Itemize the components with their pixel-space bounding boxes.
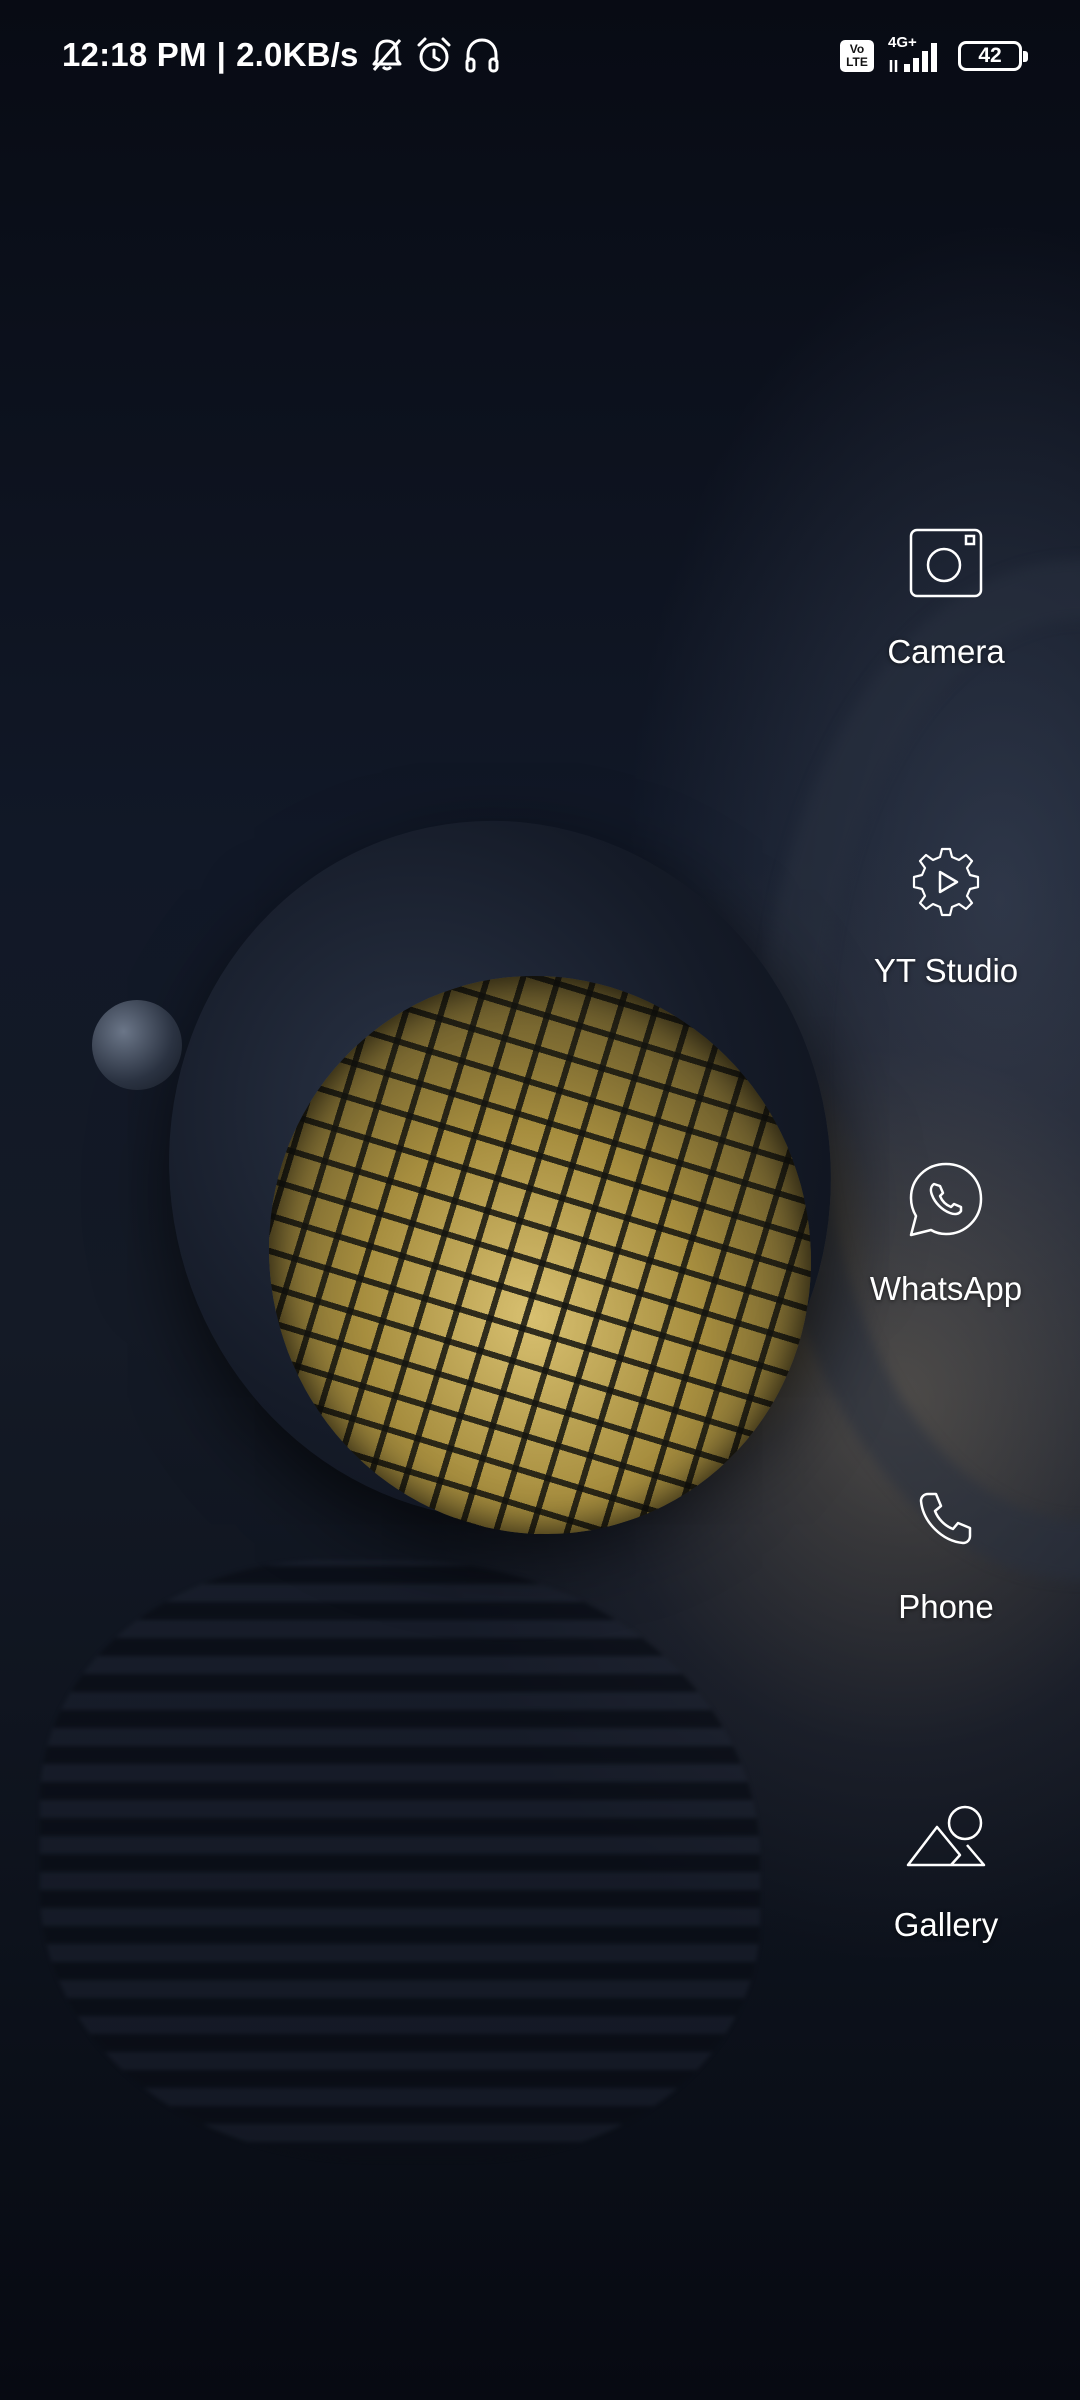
yt-studio-icon <box>896 832 996 932</box>
alarm-icon <box>415 36 453 74</box>
volte-icon: Vo LTE <box>840 40 874 72</box>
app-label-yt-studio: YT Studio <box>873 952 1019 989</box>
wallpaper-engine <box>40 1560 760 2160</box>
app-phone[interactable]: Phone <box>846 1468 1046 1658</box>
battery-icon: 42 <box>958 41 1028 71</box>
notifications-muted-icon <box>369 36 405 74</box>
phone-icon <box>896 1468 996 1568</box>
signal-icon: 4G+ <box>888 34 944 74</box>
whatsapp-icon <box>896 1150 996 1250</box>
app-label-phone: Phone <box>898 1588 994 1625</box>
app-label-camera: Camera <box>887 633 1005 670</box>
status-time: 12:18 PM <box>62 36 207 73</box>
status-left: 12:18 PM | 2.0KB/s <box>62 36 501 74</box>
wallpaper-bolt <box>92 1000 182 1090</box>
volte-label: Vo LTE <box>846 42 868 69</box>
status-bar: 12:18 PM | 2.0KB/s Vo LTE 4G+ 42 <box>0 0 1080 116</box>
gallery-icon <box>896 1786 996 1886</box>
status-right: Vo LTE 4G+ 42 <box>840 34 1028 74</box>
app-camera[interactable]: Camera <box>846 513 1046 703</box>
app-yt-studio[interactable]: YT Studio <box>846 832 1046 1022</box>
battery-level: 42 <box>978 44 1002 67</box>
app-whatsapp[interactable]: WhatsApp <box>846 1150 1046 1340</box>
headphones-icon <box>463 36 501 74</box>
status-separator: | <box>216 36 227 73</box>
status-net-speed: 2.0KB/s <box>236 36 359 73</box>
app-label-whatsapp: WhatsApp <box>869 1270 1023 1307</box>
home-screen: 12:18 PM | 2.0KB/s Vo LTE 4G+ 42 Camera … <box>0 0 1080 2400</box>
app-gallery[interactable]: Gallery <box>846 1786 1046 1976</box>
app-label-gallery: Gallery <box>893 1906 999 1943</box>
camera-icon <box>896 513 996 613</box>
